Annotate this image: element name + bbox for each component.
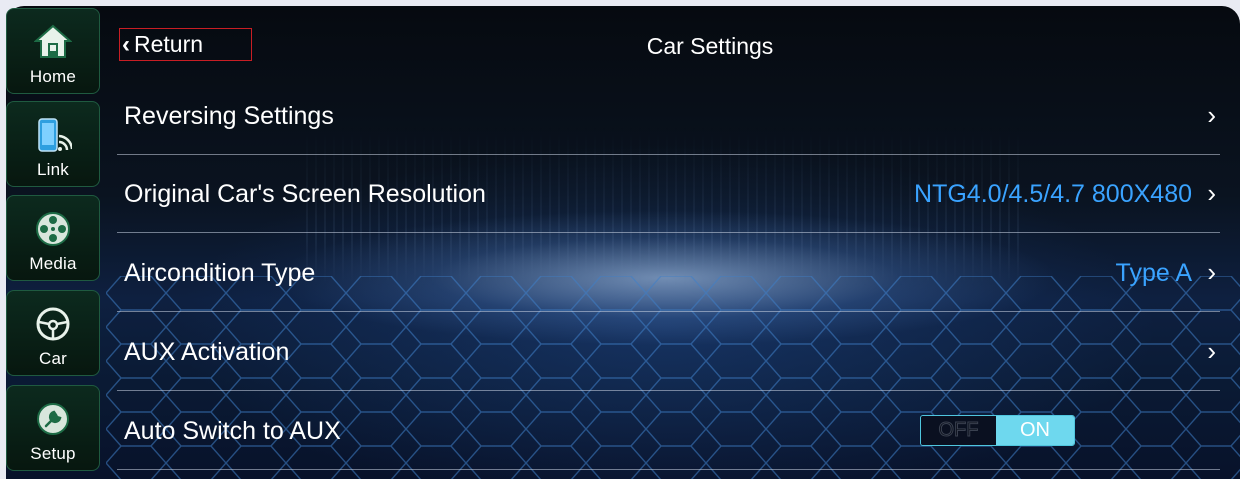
chevron-right-icon: › [1207, 336, 1216, 366]
chevron-right-icon: › [1207, 100, 1216, 130]
chevron-left-icon: ‹ [122, 30, 130, 58]
row-divider [117, 390, 1220, 391]
chevron-right-icon: › [1207, 257, 1216, 287]
setting-row-aircondition-type[interactable]: Aircondition Type Type A › [117, 234, 1220, 312]
steering-wheel-icon [34, 305, 72, 343]
auto-switch-aux-toggle[interactable]: OFF ON [920, 415, 1075, 446]
phone-link-icon [34, 116, 72, 154]
setting-label: Reversing Settings [124, 102, 334, 130]
return-button[interactable]: ‹ Return [119, 28, 252, 61]
sidebar-item-label: Home [29, 67, 77, 86]
setting-value: NTG4.0/4.5/4.7 800X480 [914, 180, 1192, 208]
setting-label: Auto Switch to AUX [124, 417, 341, 445]
sidebar-item-media[interactable]: Media [6, 195, 100, 281]
sidebar-item-home[interactable]: Home [6, 8, 100, 94]
sidebar-item-label: Media [29, 254, 77, 273]
toggle-off-option[interactable]: OFF [921, 416, 996, 445]
sidebar-item-label: Car [39, 349, 67, 368]
chevron-right-icon: › [1207, 178, 1216, 208]
sidebar-item-label: Link [37, 160, 69, 179]
setting-value: Type A [1115, 259, 1192, 287]
return-label: Return [134, 31, 204, 57]
settings-icon [34, 400, 72, 438]
setting-row-reversing[interactable]: Reversing Settings › [117, 77, 1220, 155]
setting-label: AUX Activation [124, 338, 290, 366]
page-title: Car Settings [646, 33, 774, 59]
row-divider [117, 311, 1220, 312]
setting-row-screen-resolution[interactable]: Original Car's Screen Resolution NTG4.0/… [117, 155, 1220, 233]
setting-label: Original Car's Screen Resolution [124, 180, 486, 208]
sidebar-item-label: Setup [30, 444, 76, 463]
home-icon [34, 23, 72, 61]
sidebar: Home Link Media Car Setup [6, 8, 102, 478]
film-reel-icon [34, 210, 72, 248]
toggle-on-option[interactable]: ON [996, 416, 1074, 445]
setting-row-auto-switch-aux: Auto Switch to AUX OFF ON [117, 392, 1220, 470]
sidebar-item-link[interactable]: Link [6, 101, 100, 187]
sidebar-item-setup[interactable]: Setup [6, 385, 100, 471]
row-divider [117, 469, 1220, 470]
setting-row-aux-activation[interactable]: AUX Activation › [117, 313, 1220, 391]
setting-label: Aircondition Type [124, 259, 316, 287]
sidebar-item-car[interactable]: Car [6, 290, 100, 376]
row-divider [117, 232, 1220, 233]
